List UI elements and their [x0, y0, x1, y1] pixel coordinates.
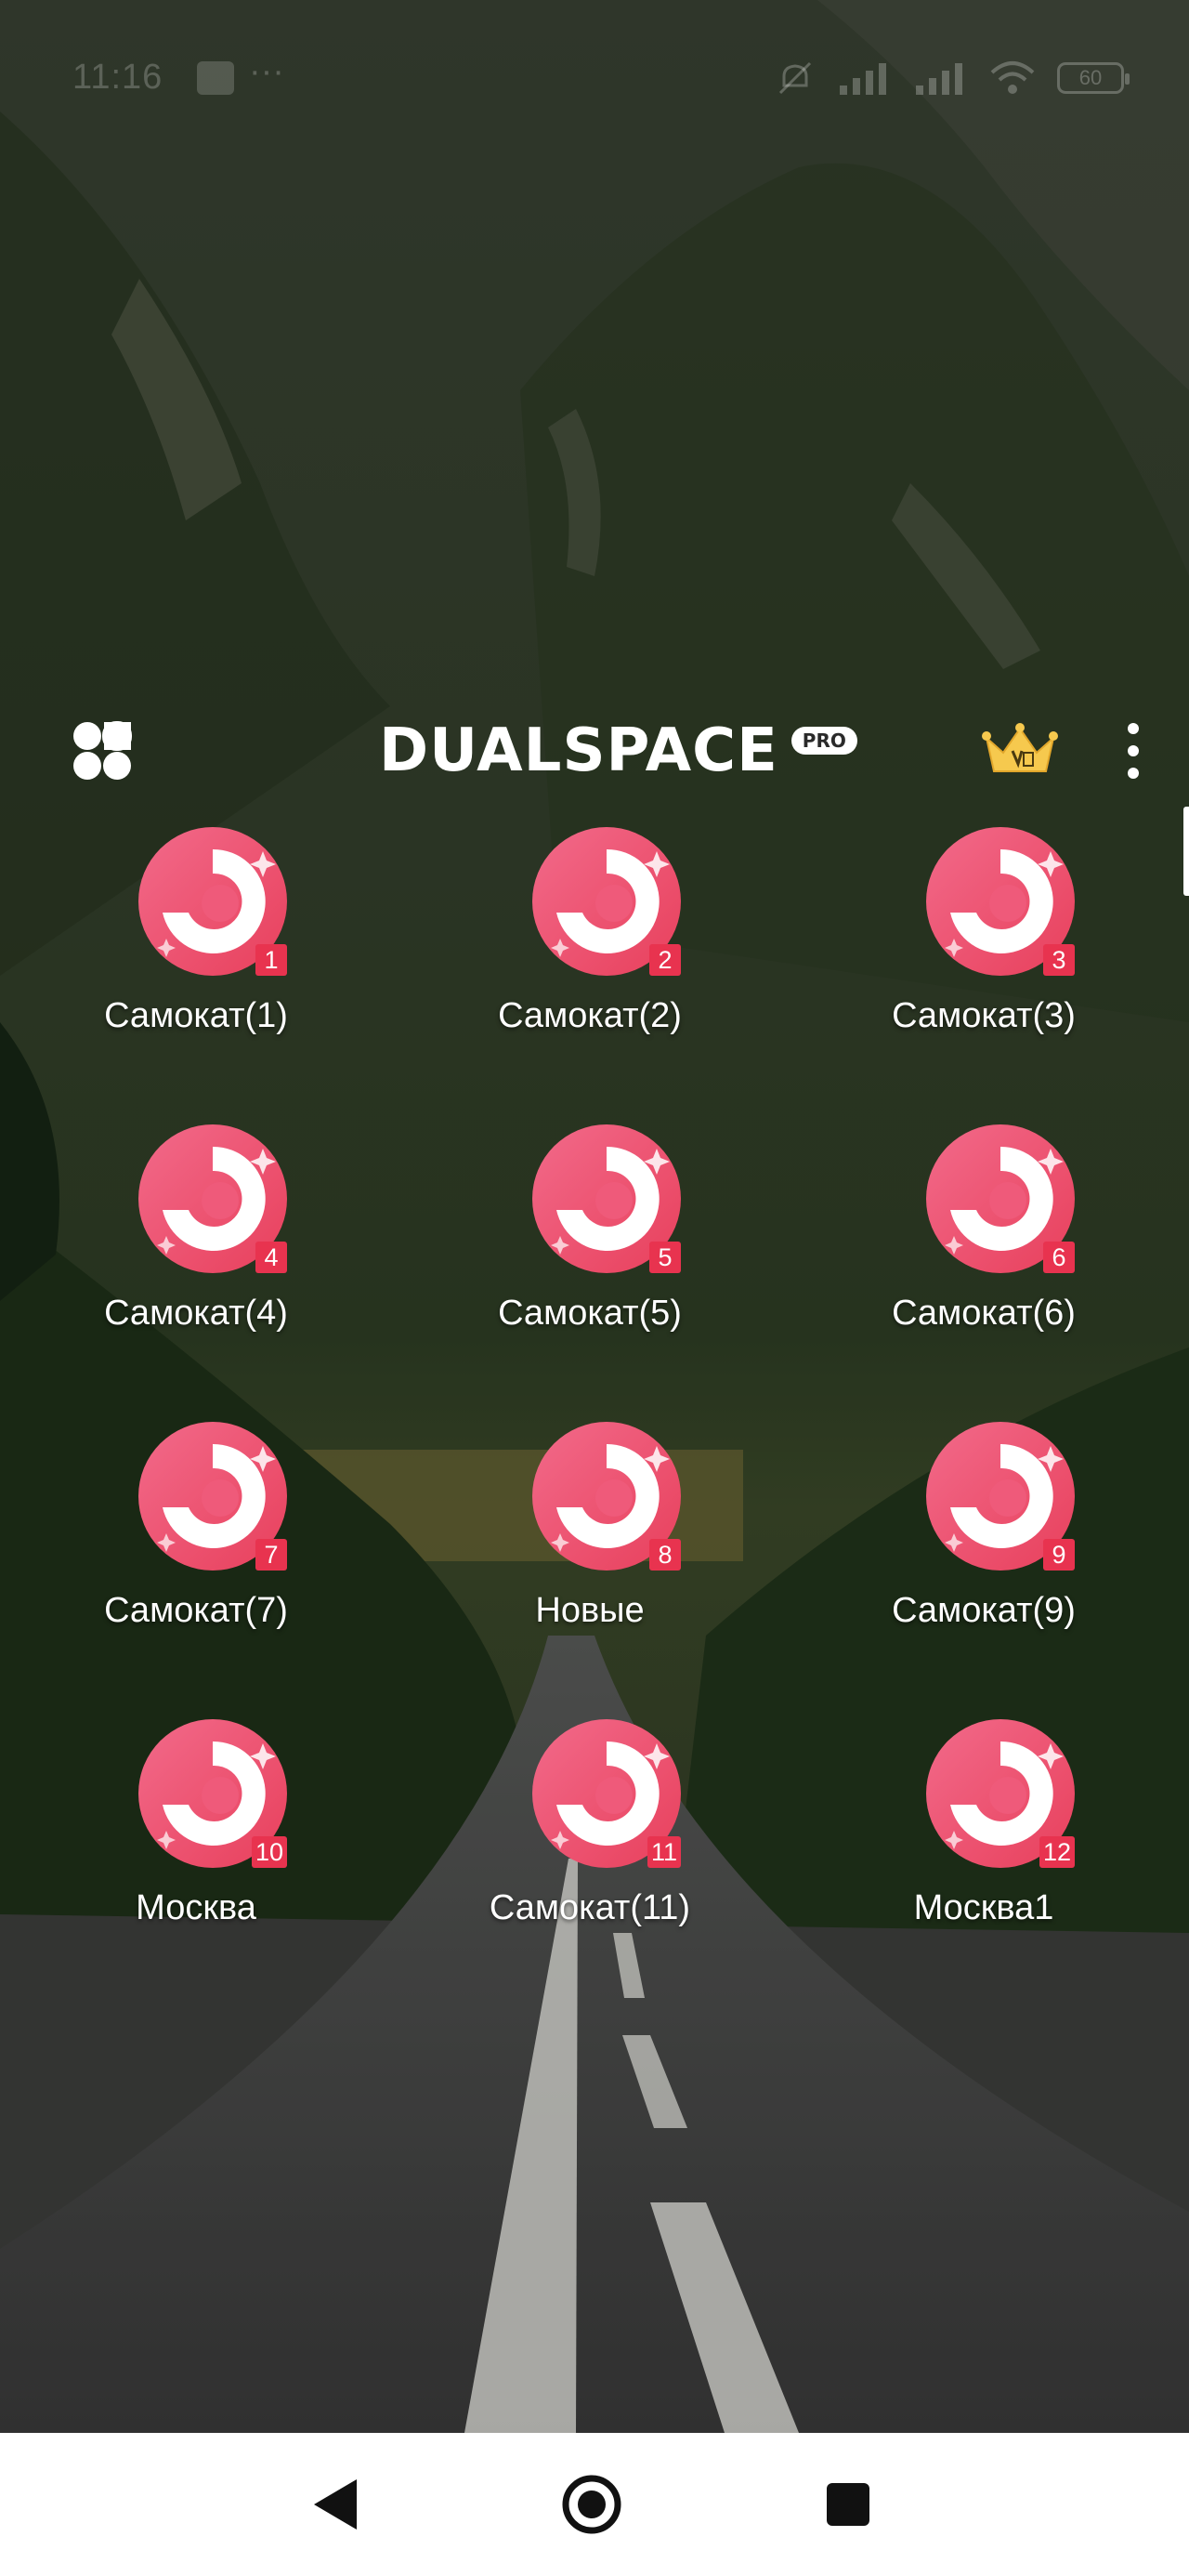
samokat-app-icon[interactable]: 8 — [529, 1418, 685, 1574]
vip-crown-icon[interactable] — [981, 721, 1059, 781]
app-item[interactable]: 3 Самокат(3) — [844, 818, 1123, 1059]
status-icons: 60 — [775, 58, 1130, 99]
back-icon[interactable] — [303, 2472, 368, 2537]
app-label: Самокат(4) — [104, 1294, 288, 1333]
app-label: Москва — [136, 1888, 256, 1927]
clone-number-badge: 8 — [649, 1539, 681, 1571]
app-label: Самокат(9) — [892, 1591, 1076, 1630]
samokat-app-icon[interactable]: 5 — [529, 1121, 685, 1277]
app-item[interactable]: 9 Самокат(9) — [844, 1413, 1123, 1654]
more-vertical-icon[interactable] — [1115, 717, 1152, 784]
recents-icon[interactable] — [816, 2472, 881, 2537]
clone-number-badge: 6 — [1043, 1242, 1075, 1273]
clone-number-badge: 5 — [649, 1242, 681, 1273]
pro-badge: PRO — [790, 727, 857, 755]
home-icon[interactable] — [559, 2472, 624, 2537]
app-item[interactable]: 4 Самокат(4) — [57, 1115, 335, 1357]
app-item[interactable]: 5 Самокат(5) — [451, 1115, 729, 1357]
clone-number-badge: 9 — [1043, 1539, 1075, 1571]
samokat-app-icon[interactable]: 2 — [529, 823, 685, 979]
navigation-bar — [0, 2433, 1189, 2576]
more-notifications-icon: ··· — [249, 52, 284, 91]
mute-icon — [778, 61, 812, 95]
samokat-app-icon[interactable]: 1 — [135, 823, 291, 979]
app-label: Москва1 — [913, 1888, 1054, 1927]
samokat-app-icon[interactable]: 9 — [922, 1418, 1078, 1574]
samokat-app-icon[interactable]: 11 — [529, 1715, 685, 1872]
app-label: Самокат(2) — [498, 996, 682, 1035]
signal-icon — [840, 63, 886, 95]
logo-text: DUALSPACE — [379, 716, 778, 785]
app-item[interactable]: 1 Самокат(1) — [57, 818, 335, 1059]
clone-number-badge: 2 — [649, 944, 681, 976]
app-label: Самокат(1) — [104, 996, 288, 1035]
clone-number-badge: 1 — [255, 944, 287, 976]
clone-number-badge: 3 — [1043, 944, 1075, 976]
clone-number-badge: 4 — [255, 1242, 287, 1273]
menu-grid-icon[interactable] — [71, 719, 134, 782]
app-logo: DUALSPACE PRO — [379, 714, 857, 788]
app-label: Самокат(3) — [892, 996, 1076, 1035]
samokat-app-icon[interactable]: 10 — [135, 1715, 291, 1872]
status-time: 11:16 — [72, 58, 163, 97]
app-label: Новые — [535, 1591, 645, 1630]
app-item[interactable]: 6 Самокат(6) — [844, 1115, 1123, 1357]
signal-icon — [916, 63, 962, 95]
notification-icon — [197, 61, 234, 95]
app-item[interactable]: 7 Самокат(7) — [57, 1413, 335, 1654]
app-label: Самокат(7) — [104, 1591, 288, 1630]
app-item[interactable]: 12 Москва1 — [844, 1710, 1123, 1952]
app-item[interactable]: 2 Самокат(2) — [451, 818, 729, 1059]
app-item[interactable]: 11 Самокат(11) — [451, 1710, 729, 1952]
clone-number-badge: 11 — [647, 1836, 681, 1868]
samokat-app-icon[interactable]: 6 — [922, 1121, 1078, 1277]
wifi-icon — [990, 61, 1035, 94]
samokat-app-icon[interactable]: 4 — [135, 1121, 291, 1277]
app-item[interactable]: 10 Москва — [57, 1710, 335, 1952]
clone-number-badge: 10 — [251, 1836, 287, 1868]
app-label: Самокат(11) — [489, 1888, 691, 1927]
samokat-app-icon[interactable]: 12 — [922, 1715, 1078, 1872]
side-drawer-handle[interactable] — [1183, 807, 1189, 896]
battery-icon: 60 — [1057, 62, 1130, 94]
status-bar: 11:16 ··· 60 — [0, 37, 1189, 121]
app-header: DUALSPACE PRO — [0, 706, 1189, 790]
app-label: Самокат(5) — [498, 1294, 682, 1333]
samokat-app-icon[interactable]: 7 — [135, 1418, 291, 1574]
samokat-app-icon[interactable]: 3 — [922, 823, 1078, 979]
clone-number-badge: 7 — [255, 1539, 287, 1571]
app-label: Самокат(6) — [892, 1294, 1076, 1333]
app-item[interactable]: 8 Новые — [451, 1413, 729, 1654]
clone-number-badge: 12 — [1039, 1836, 1075, 1868]
